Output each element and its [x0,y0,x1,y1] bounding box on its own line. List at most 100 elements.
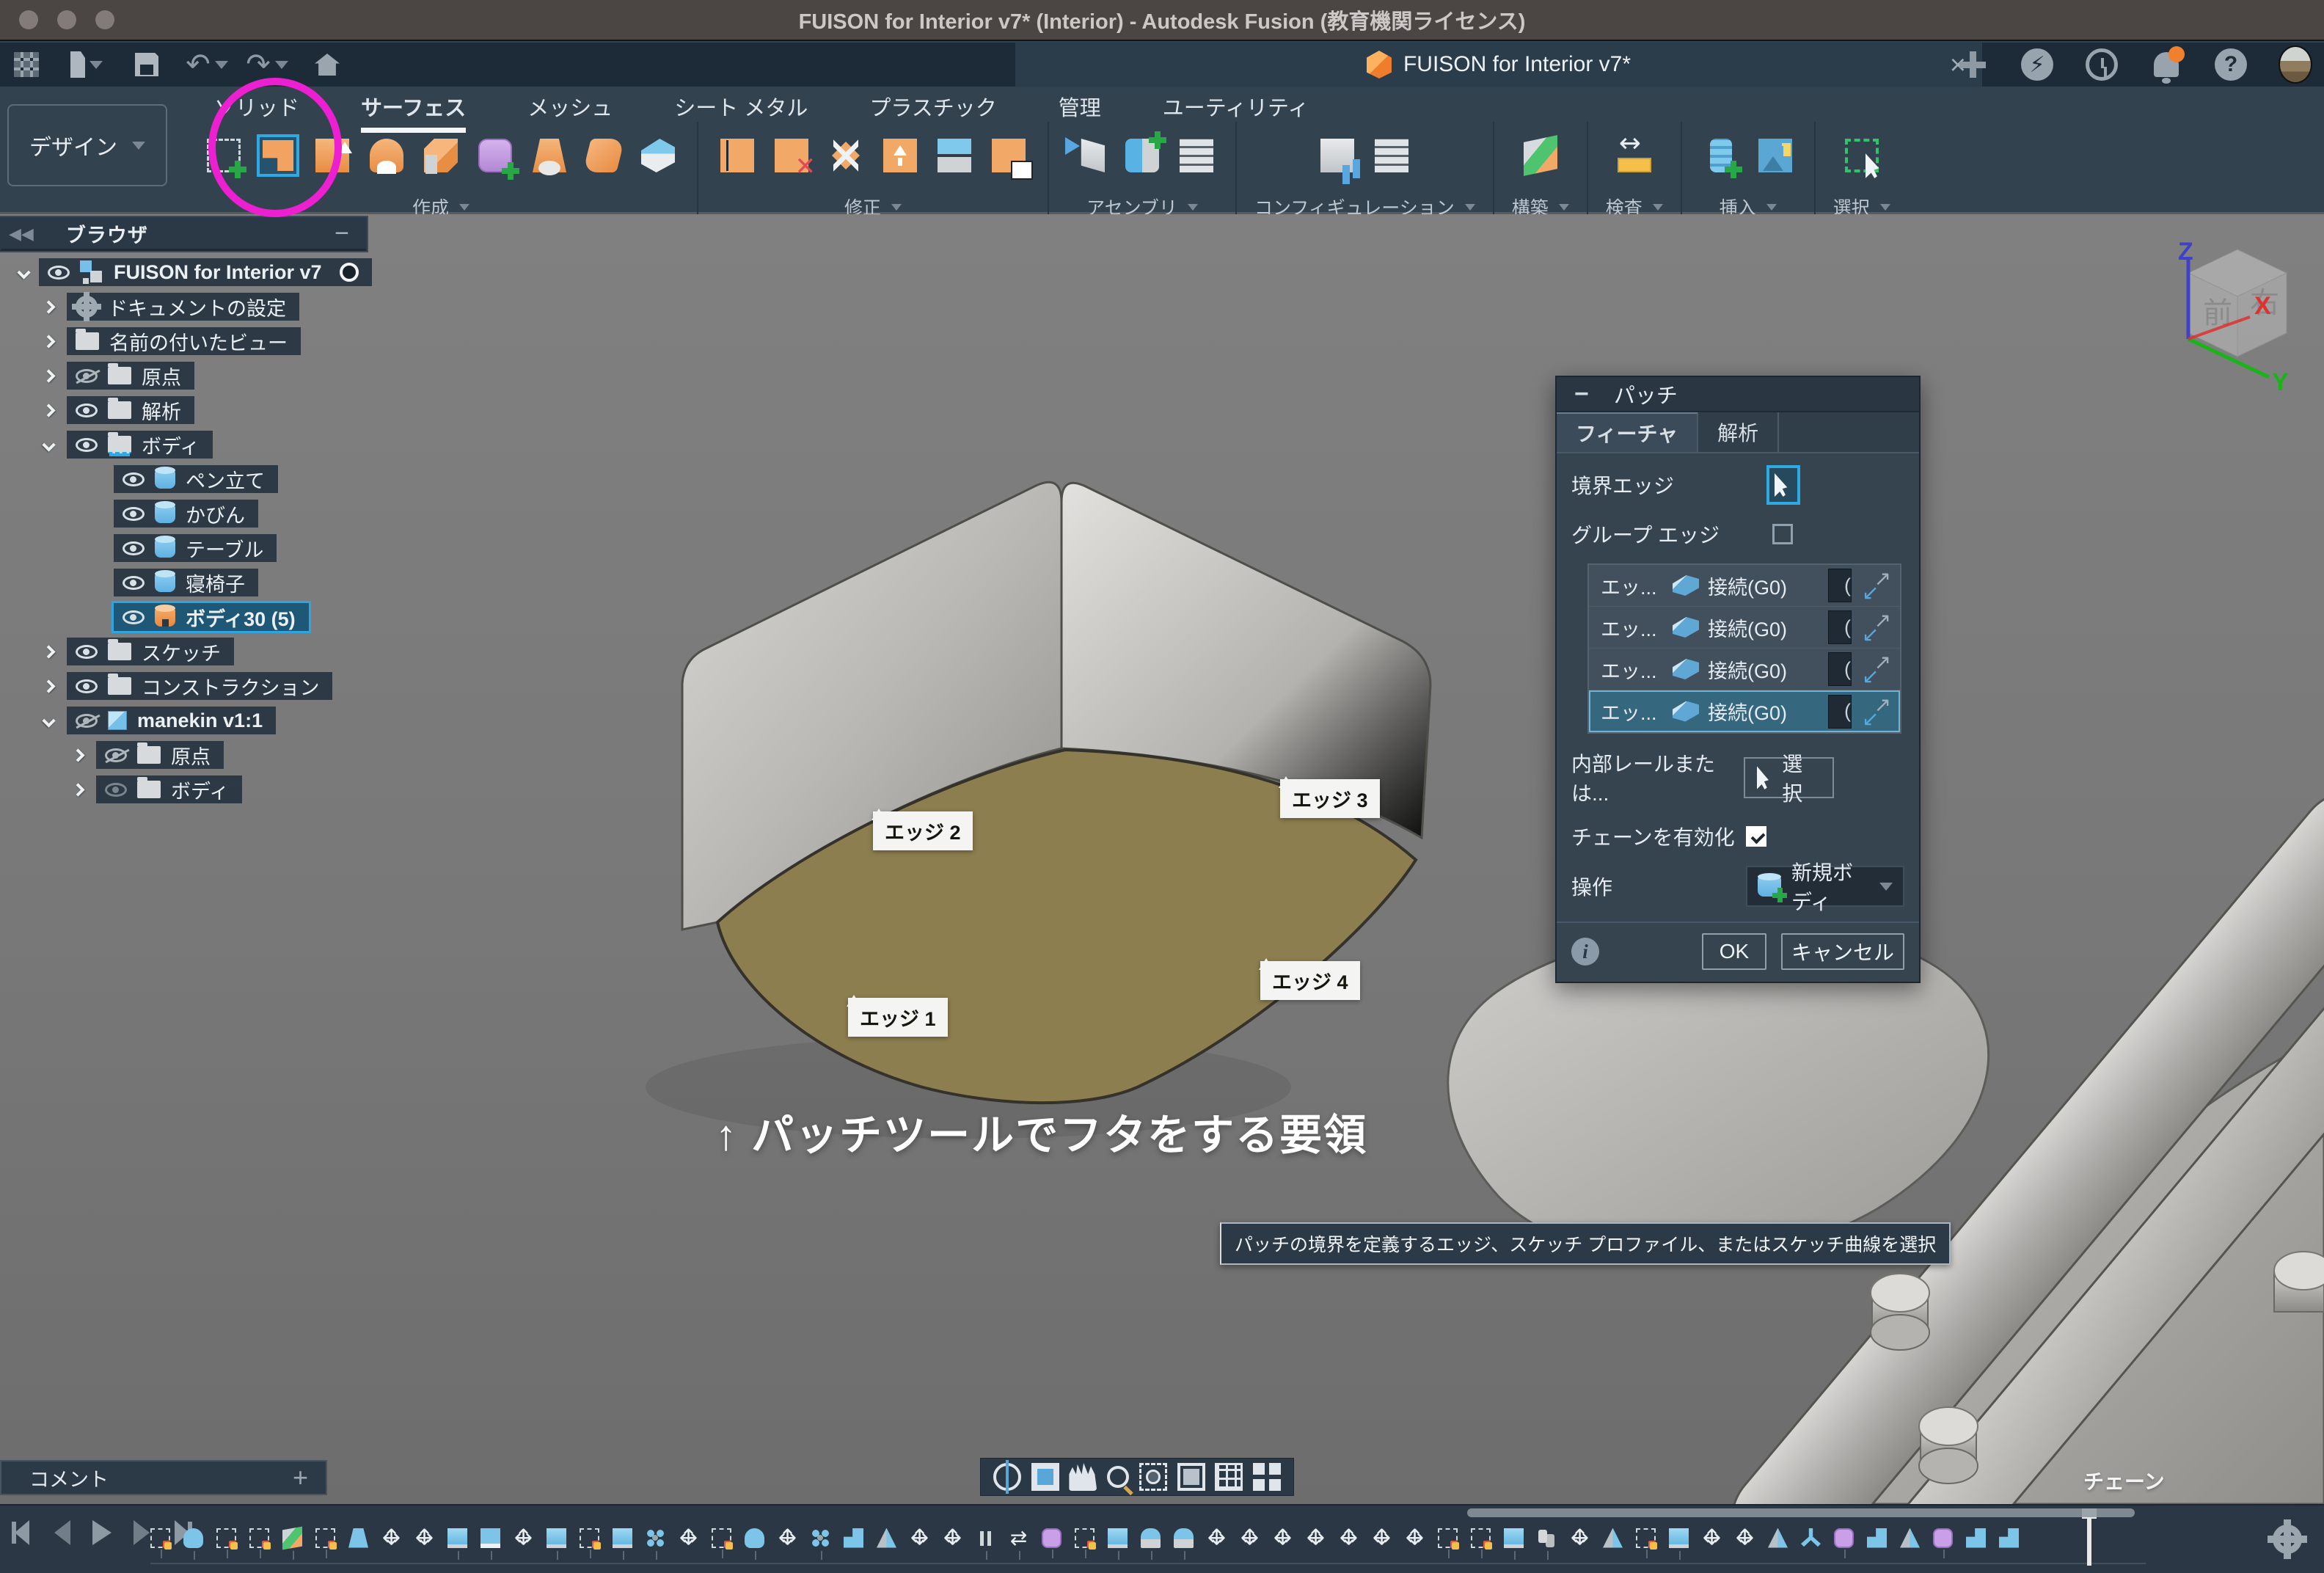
eye-off-icon[interactable] [105,748,127,762]
flip-direction-icon[interactable] [1860,696,1893,728]
undo-caret-icon[interactable] [215,61,228,69]
move-icon[interactable] [1372,1528,1392,1548]
chevron-right-icon[interactable] [42,335,55,348]
joint-table-icon[interactable] [1175,134,1218,177]
chevron-down-icon[interactable] [17,266,30,279]
pattern-icon[interactable] [646,1528,665,1548]
fillet-icon[interactable] [1141,1528,1161,1548]
eye-icon[interactable] [76,404,98,417]
flip-direction-icon[interactable] [1860,569,1893,602]
combine-icon[interactable] [1999,1528,2019,1548]
form-icon[interactable] [474,134,516,177]
new-component-icon[interactable] [1067,134,1109,177]
edge-row[interactable]: エッ... 接続(G0) ( [1589,565,1900,607]
extrude-icon[interactable] [311,134,354,177]
window-controls[interactable] [19,10,114,29]
home-icon[interactable] [311,50,343,79]
timeline-scrollbar[interactable] [1467,1508,2135,1517]
eye-icon[interactable] [123,576,145,590]
tree-row-origin[interactable]: 原点 [0,362,440,390]
untrim-icon[interactable] [770,134,813,177]
maximize-window-button[interactable] [95,10,114,29]
tree-row-sketches[interactable]: スケッチ [0,638,440,665]
job-status-icon[interactable] [2085,48,2119,81]
step-back-button[interactable] [50,1520,75,1545]
sketch-icon[interactable] [1438,1528,1458,1548]
eye-icon[interactable] [76,438,98,452]
tree-row-manekin[interactable]: manekin v1:1 [0,707,440,734]
chaise-foot-3[interactable] [2274,1252,2324,1312]
eye-icon[interactable] [76,645,98,659]
edge-row-selected[interactable]: エッ... 接続(G0) ( [1589,690,1900,732]
extrude-icon[interactable] [547,1528,566,1548]
apps-grid-icon[interactable] [10,50,43,79]
edge-row[interactable]: エッ... 接続(G0) ( [1589,649,1900,690]
offset-icon[interactable] [582,134,625,177]
add-tab-button[interactable] [1956,48,1989,81]
view-cube[interactable]: 前 右 Z Y X [2168,241,2307,395]
sketch-icon[interactable] [216,1528,236,1548]
enable-chain-checkbox[interactable] [1746,826,1766,847]
move-icon[interactable] [778,1528,797,1548]
timeline-settings-gear-icon[interactable] [2273,1525,2302,1554]
new-sketch-icon[interactable] [202,134,245,177]
combine-icon[interactable] [1966,1528,1986,1548]
chevron-right-icon[interactable] [42,679,55,693]
configuration-table-icon[interactable] [1370,134,1413,177]
tree-row-root[interactable]: FUISON for Interior v7 [0,258,440,286]
cancel-button[interactable]: キャンセル [1781,933,1904,970]
eye-icon[interactable] [123,610,145,624]
activate-component-radio[interactable] [340,263,359,282]
ok-button[interactable]: OK [1702,933,1766,970]
chevron-right-icon[interactable] [71,783,84,796]
sketch-icon[interactable] [249,1528,269,1548]
move-icon[interactable] [414,1528,434,1548]
measure-icon[interactable] [1613,134,1656,177]
chevron-right-icon[interactable] [42,645,55,658]
zoom-icon[interactable] [1107,1466,1129,1488]
look-at-icon[interactable] [1031,1463,1059,1491]
eye-icon[interactable] [48,266,70,280]
form-icon[interactable] [1042,1528,1061,1548]
pan-icon[interactable] [1069,1463,1097,1491]
move-icon[interactable] [1306,1528,1326,1548]
chevron-right-icon[interactable] [71,748,84,762]
window-zoom-icon[interactable] [1139,1463,1167,1491]
dialog-minimize-icon[interactable]: − [1574,380,1589,409]
weight-field[interactable]: ( [1828,652,1852,686]
go-to-start-button[interactable] [10,1520,35,1545]
save-button[interactable] [131,50,163,79]
chaise-foot-2[interactable] [1919,1407,1978,1483]
move-icon[interactable] [1570,1528,1590,1548]
chaise-foot[interactable] [1871,1274,1929,1350]
extensions-icon[interactable]: ⚡ [2020,48,2054,81]
form-icon[interactable] [1933,1528,1953,1548]
browser-collapse-icon[interactable]: ◀◀ [9,225,34,244]
mirror-icon[interactable] [1900,1528,1920,1548]
align-icon[interactable] [1009,1528,1028,1548]
revolve-icon[interactable] [745,1528,764,1548]
move-icon[interactable] [1702,1528,1722,1548]
continuity-dropdown[interactable]: 接続(G0) [1708,572,1819,600]
mirror-icon[interactable] [877,1528,896,1548]
info-icon[interactable]: i [1571,938,1599,966]
patch-dialog-header[interactable]: − パッチ [1557,377,1919,412]
undo-button[interactable]: ↶ [191,50,223,79]
eye-icon[interactable] [123,472,145,486]
continuity-dropdown[interactable]: 接続(G0) [1708,697,1819,726]
timeline-playhead[interactable] [2087,1513,2091,1566]
continuity-dropdown[interactable]: 接続(G0) [1708,655,1819,684]
weight-field[interactable]: ( [1828,569,1852,602]
comments-panel[interactable]: コメント + [0,1460,327,1495]
joint-icon[interactable] [1121,134,1163,177]
help-icon[interactable]: ? [2214,48,2248,81]
chevron-right-icon[interactable] [42,404,55,417]
configuration-icon[interactable] [1316,134,1359,177]
fillet-icon[interactable] [1174,1528,1194,1548]
loft-icon[interactable] [348,1528,368,1548]
play-button[interactable] [89,1520,114,1545]
redo-button[interactable]: ↷ [251,50,283,79]
sketch-icon[interactable] [1636,1528,1656,1548]
flip-direction-icon[interactable] [1860,653,1893,685]
extrude-icon[interactable] [1108,1528,1128,1548]
